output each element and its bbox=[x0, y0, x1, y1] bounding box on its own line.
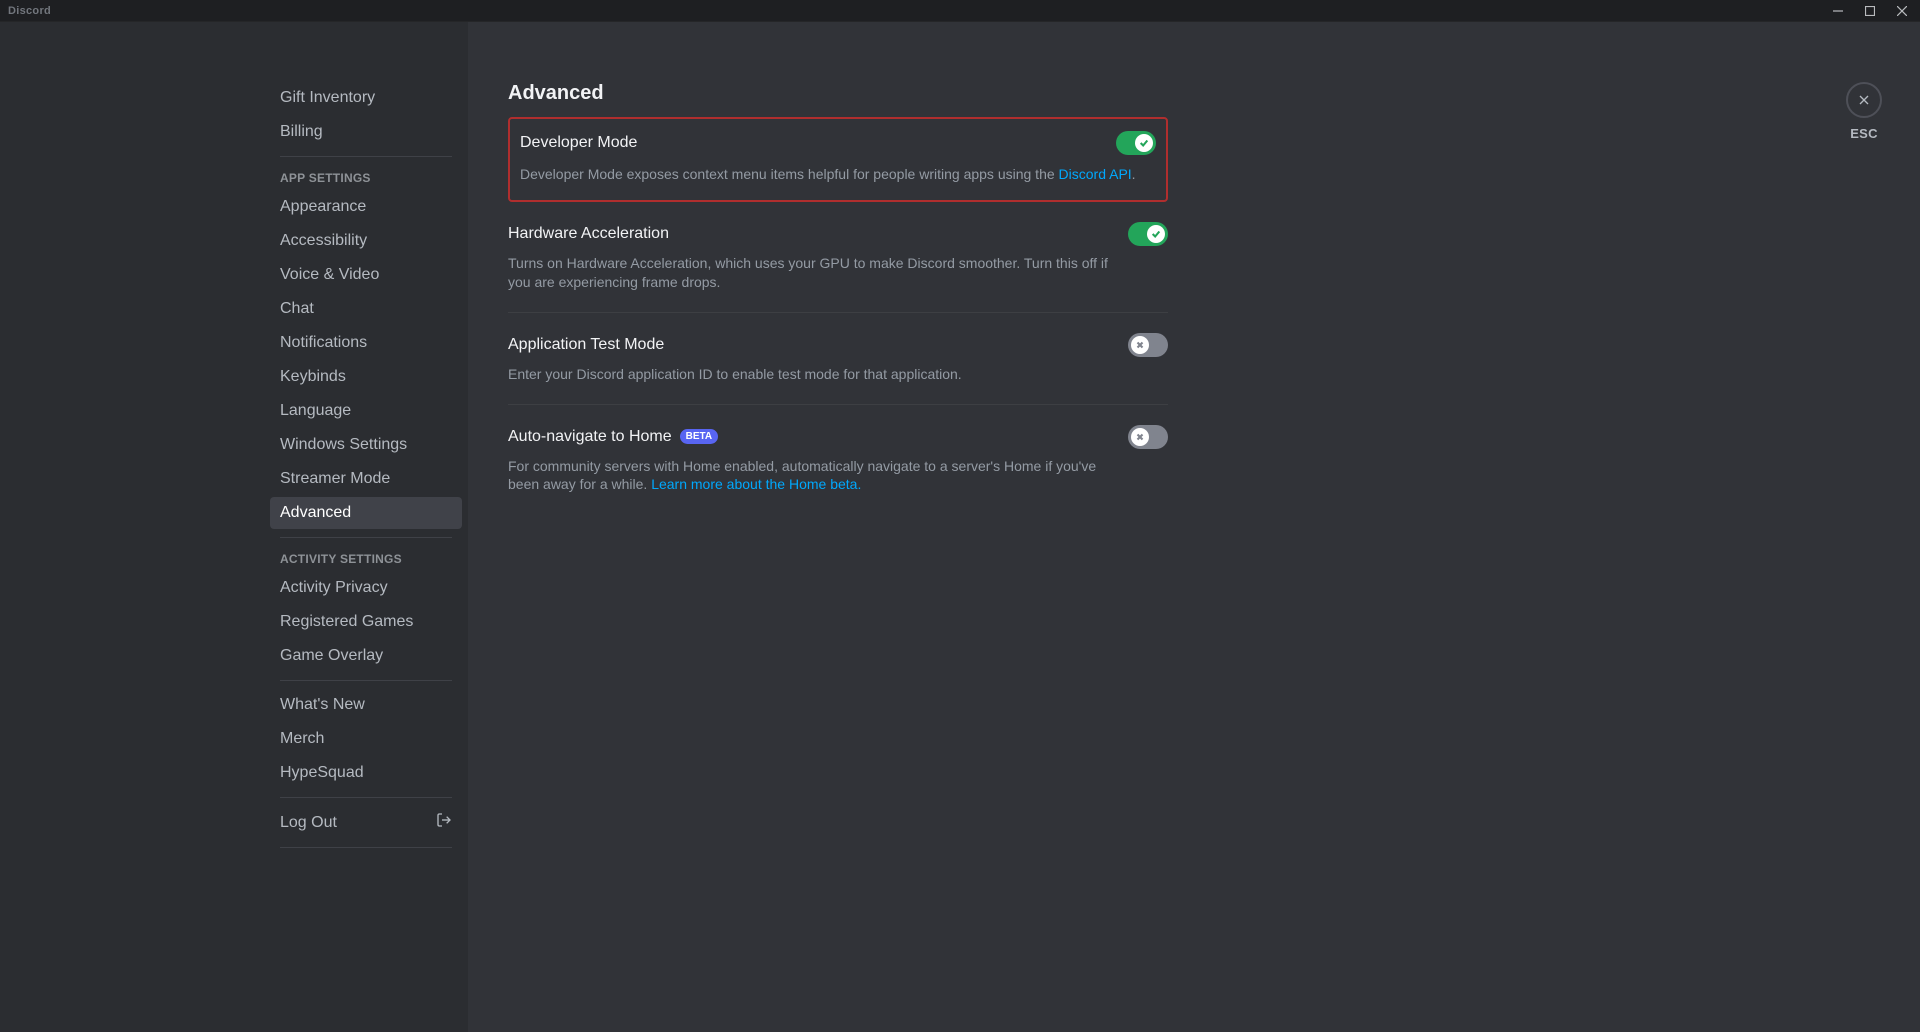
sidebar-item-whats-new[interactable]: What's New bbox=[270, 689, 462, 721]
developer-mode-title: Developer Mode bbox=[520, 134, 637, 152]
divider bbox=[280, 680, 452, 681]
application-test-mode-description: Enter your Discord application ID to ena… bbox=[508, 365, 1128, 384]
minimize-button[interactable] bbox=[1824, 0, 1852, 22]
divider bbox=[280, 537, 452, 538]
divider bbox=[280, 156, 452, 157]
developer-mode-desc-pre: Developer Mode exposes context menu item… bbox=[520, 166, 1059, 182]
auto-navigate-home-description: For community servers with Home enabled,… bbox=[508, 457, 1128, 495]
page-title: Advanced bbox=[508, 82, 1168, 105]
sidebar-item-log-out[interactable]: Log Out bbox=[270, 806, 462, 839]
developer-mode-highlight: Developer Mode Developer Mode exposes co… bbox=[508, 117, 1168, 202]
application-test-mode-title: Application Test Mode bbox=[508, 336, 664, 354]
log-out-label: Log Out bbox=[280, 814, 337, 832]
sidebar-item-language[interactable]: Language bbox=[270, 395, 462, 427]
logout-icon bbox=[436, 812, 452, 833]
sidebar-header-activity-settings: ACTIVITY SETTINGS bbox=[270, 546, 462, 572]
titlebar: Discord bbox=[0, 0, 1920, 22]
sidebar-item-streamer-mode[interactable]: Streamer Mode bbox=[270, 463, 462, 495]
sidebar-item-hypesquad[interactable]: HypeSquad bbox=[270, 757, 462, 789]
auto-navigate-home-title: Auto-navigate to Home BETA bbox=[508, 428, 718, 446]
sidebar-item-windows-settings[interactable]: Windows Settings bbox=[270, 429, 462, 461]
auto-navigate-home-title-text: Auto-navigate to Home bbox=[508, 428, 672, 446]
window-controls bbox=[1824, 0, 1916, 22]
close-button[interactable] bbox=[1846, 82, 1882, 118]
close-window-button[interactable] bbox=[1888, 0, 1916, 22]
developer-mode-toggle[interactable] bbox=[1116, 131, 1156, 155]
sidebar-item-merch[interactable]: Merch bbox=[270, 723, 462, 755]
sidebar-item-chat[interactable]: Chat bbox=[270, 293, 462, 325]
auto-navigate-home-toggle[interactable] bbox=[1128, 425, 1168, 449]
sidebar-item-accessibility[interactable]: Accessibility bbox=[270, 225, 462, 257]
hardware-acceleration-title: Hardware Acceleration bbox=[508, 225, 669, 243]
close-settings: ESC bbox=[1846, 82, 1882, 141]
hardware-acceleration-toggle[interactable] bbox=[1128, 222, 1168, 246]
divider bbox=[280, 797, 452, 798]
sidebar-header-app-settings: APP SETTINGS bbox=[270, 165, 462, 191]
hardware-acceleration-description: Turns on Hardware Acceleration, which us… bbox=[508, 254, 1128, 292]
sidebar-item-advanced[interactable]: Advanced bbox=[270, 497, 462, 529]
esc-label: ESC bbox=[1850, 126, 1878, 141]
sidebar-item-notifications[interactable]: Notifications bbox=[270, 327, 462, 359]
divider bbox=[280, 847, 452, 848]
sidebar-item-keybinds[interactable]: Keybinds bbox=[270, 361, 462, 393]
settings-content: Advanced Developer Mode Developer Mode e… bbox=[468, 22, 1920, 1032]
maximize-button[interactable] bbox=[1856, 0, 1884, 22]
sidebar-item-appearance[interactable]: Appearance bbox=[270, 191, 462, 223]
developer-mode-description: Developer Mode exposes context menu item… bbox=[520, 165, 1140, 184]
beta-badge: BETA bbox=[680, 429, 718, 444]
discord-api-link[interactable]: Discord API bbox=[1059, 166, 1132, 182]
sidebar-item-gift-inventory[interactable]: Gift Inventory bbox=[270, 82, 462, 114]
sidebar-item-registered-games[interactable]: Registered Games bbox=[270, 606, 462, 638]
sidebar-item-activity-privacy[interactable]: Activity Privacy bbox=[270, 572, 462, 604]
application-test-mode-toggle[interactable] bbox=[1128, 333, 1168, 357]
sidebar-item-voice-video[interactable]: Voice & Video bbox=[270, 259, 462, 291]
sidebar-item-billing[interactable]: Billing bbox=[270, 116, 462, 148]
home-beta-link[interactable]: Learn more about the Home beta. bbox=[651, 476, 861, 492]
developer-mode-desc-post: . bbox=[1132, 166, 1136, 182]
settings-sidebar: Gift Inventory Billing APP SETTINGS Appe… bbox=[0, 22, 468, 1032]
sidebar-item-game-overlay[interactable]: Game Overlay bbox=[270, 640, 462, 672]
app-name: Discord bbox=[8, 5, 51, 17]
